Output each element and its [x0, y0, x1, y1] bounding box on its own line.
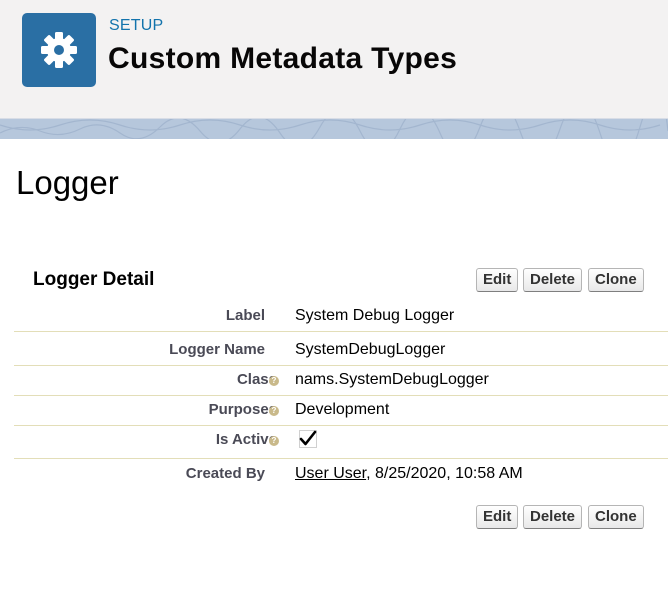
edit-button-bottom[interactable]: Edit [476, 505, 519, 529]
edit-button-top[interactable]: Edit [476, 268, 519, 292]
clone-button-top[interactable]: Clone [588, 268, 644, 292]
field-label: Purposes [208, 401, 277, 418]
section-title: Logger Detail [33, 269, 155, 290]
help-icon[interactable]: ? [269, 376, 279, 386]
created-date: , 8/25/2020, 10:58 AM [366, 465, 523, 482]
decorative-banner [0, 118, 668, 139]
field-row-class: Class ? nams.SystemDebugLogger [14, 365, 668, 396]
delete-button-bottom[interactable]: Delete [523, 505, 583, 529]
page-title: Custom Metadata Types [108, 42, 458, 75]
help-icon[interactable]: ? [269, 436, 279, 446]
clone-button-bottom[interactable]: Clone [588, 505, 644, 529]
gear-icon [41, 32, 77, 68]
created-by-user-link[interactable]: User User [295, 465, 366, 482]
field-label: Label [225, 307, 265, 324]
field-row-created-by: Created By User User, 8/25/2020, 10:58 A… [14, 459, 668, 489]
field-value: SystemDebugLogger [295, 341, 446, 358]
delete-button-top[interactable]: Delete [523, 268, 583, 292]
record-title: Logger [16, 164, 119, 201]
field-label: Logger Name [169, 341, 265, 358]
checked-checkbox-icon [299, 430, 317, 448]
help-icon[interactable]: ? [269, 406, 279, 416]
field-label: Is Active [215, 431, 277, 448]
field-value: Development [295, 401, 390, 418]
field-label: Created By [185, 465, 265, 482]
field-value: User User, 8/25/2020, 10:58 AM [295, 459, 523, 489]
setup-header: SETUP Custom Metadata Types [0, 0, 668, 120]
field-row-logger-name: Logger Name SystemDebugLogger [14, 335, 668, 366]
field-value: nams.SystemDebugLogger [295, 371, 489, 388]
field-row-is-active: Is Active ? [14, 425, 668, 459]
setup-icon-tile [22, 13, 96, 87]
field-value: System Debug Logger [295, 307, 455, 324]
field-row-label: Label System Debug Logger [14, 301, 668, 332]
field-row-purposes: Purposes ? Development [14, 395, 668, 426]
setup-eyebrow: SETUP [109, 17, 164, 34]
